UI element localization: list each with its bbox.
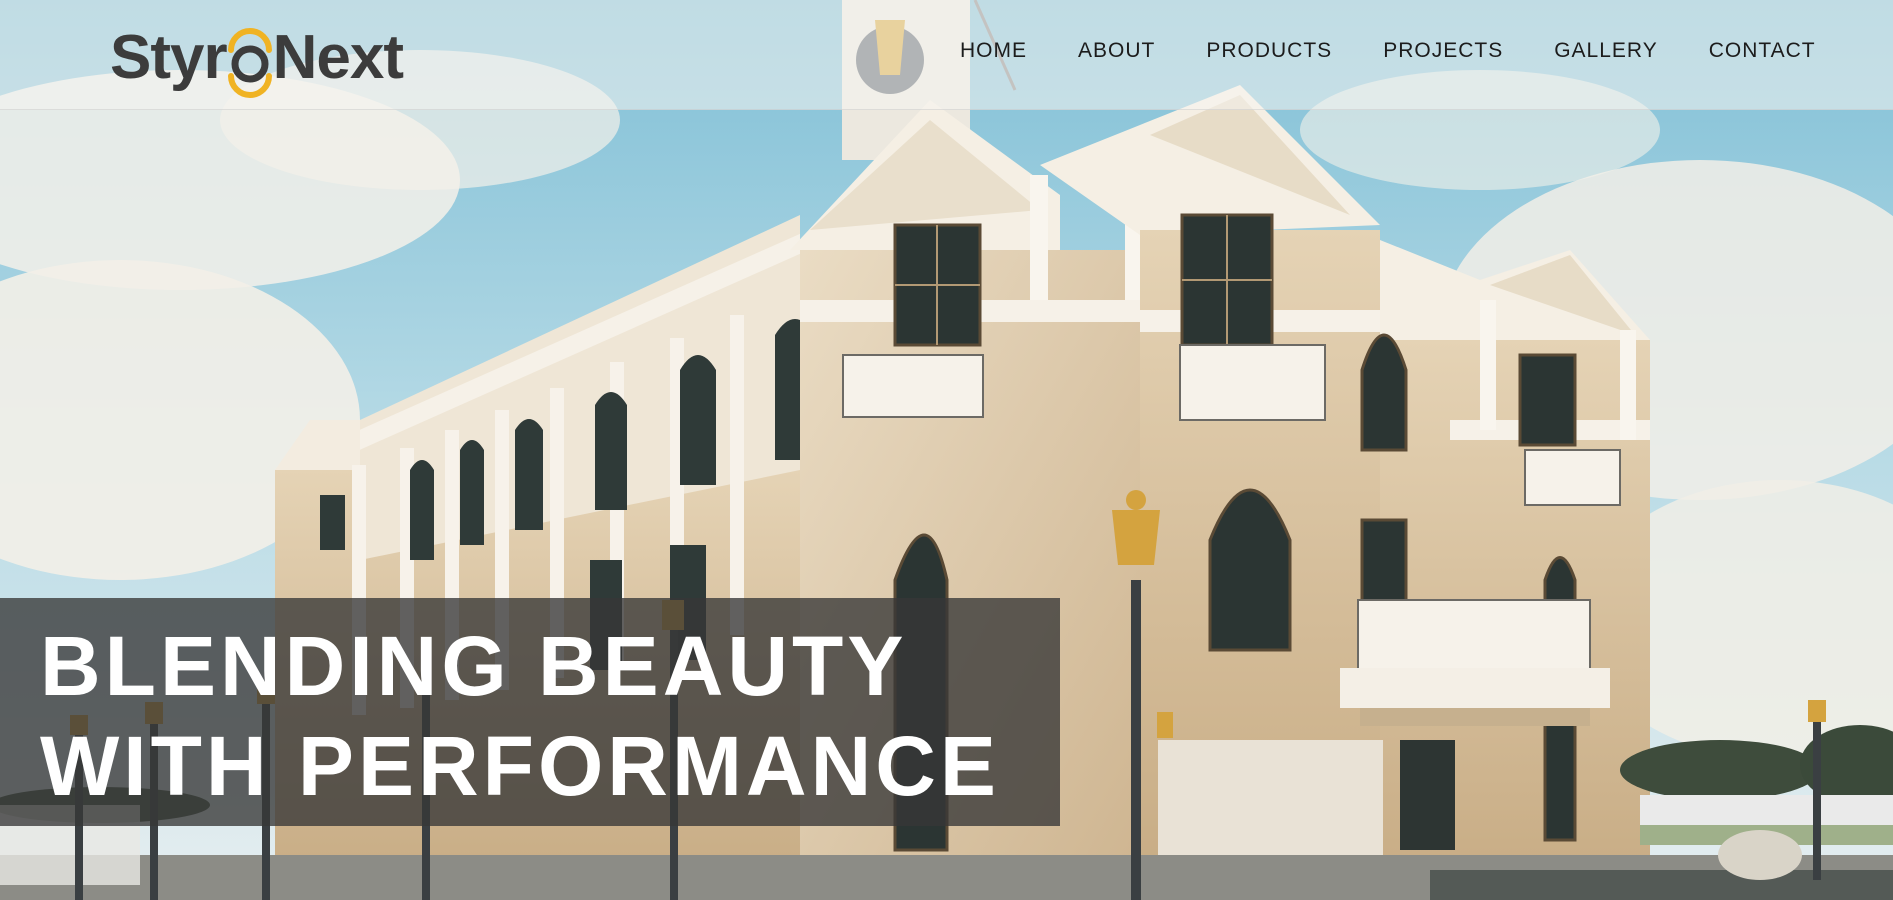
nav-projects[interactable]: PROJECTS [1383, 36, 1503, 66]
nav-gallery[interactable]: GALLERY [1554, 36, 1658, 66]
main-nav: HOME ABOUT PRODUCTS PROJECTS GALLERY CON… [960, 36, 1816, 66]
logo-text-part2: Next [272, 23, 404, 92]
nav-home[interactable]: HOME [960, 36, 1027, 66]
styronext-logo[interactable]: Styr Next [110, 18, 404, 98]
logo-text-part1: Styr [110, 23, 228, 92]
hero-headline-box: BLENDING BEAUTY WITH PERFORMANCE [0, 598, 1060, 826]
nav-products[interactable]: PRODUCTS [1206, 36, 1332, 66]
hero-headline-line2: WITH PERFORMANCE [40, 719, 1000, 813]
logo-o-icon [227, 18, 273, 98]
hero-headline-line1: BLENDING BEAUTY [40, 619, 908, 713]
nav-about[interactable]: ABOUT [1078, 36, 1155, 66]
top-navigation-bar: Styr Next HOME ABOUT PRODUCTS PROJECTS G… [0, 0, 1893, 110]
hero-headline: BLENDING BEAUTY WITH PERFORMANCE [40, 616, 1000, 816]
nav-contact[interactable]: CONTACT [1709, 36, 1816, 66]
